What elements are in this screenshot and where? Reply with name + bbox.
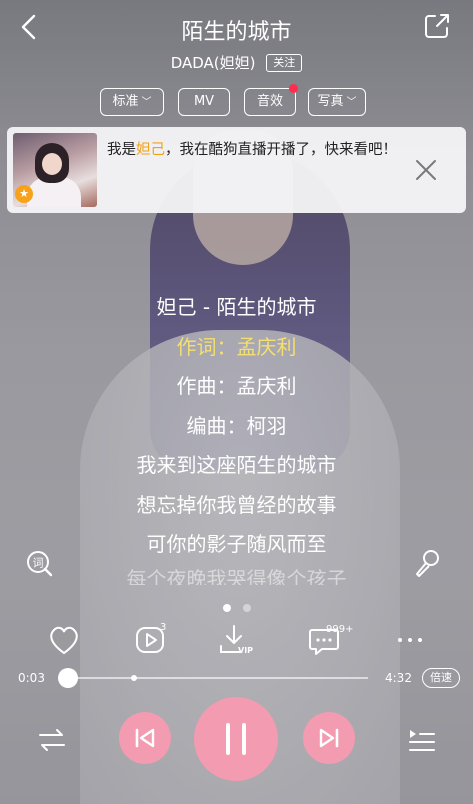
current-time: 0:03: [18, 671, 45, 685]
sound-effect-label: 音效: [256, 94, 283, 109]
comment-count: 999+: [326, 624, 354, 635]
lyric-line: 编曲：柯羽: [186, 413, 287, 438]
lyric-line: 我来到这座陌生的城市: [136, 453, 337, 477]
total-time: 4:32: [385, 671, 412, 685]
pause-icon: [226, 723, 246, 755]
lyric-line: 可你的影子随风而至: [146, 532, 327, 556]
playlist-icon[interactable]: [406, 725, 438, 755]
option-bar: 标准 ﹀ MV 音效 写真 ﹀: [0, 84, 473, 116]
skip-next-icon: [319, 728, 339, 748]
share-icon[interactable]: [423, 12, 451, 40]
photo-select[interactable]: 写真 ﹀: [308, 88, 366, 116]
page-indicator: [0, 597, 473, 616]
banner-message: 我是妲己，我在酷狗直播开播了，快来看吧！: [107, 142, 397, 158]
mv-label: MV: [193, 94, 215, 109]
page-dot: [242, 604, 251, 612]
microphone-icon[interactable]: [412, 548, 442, 578]
lyrics-word-icon[interactable]: 词: [24, 548, 54, 578]
more-icon[interactable]: [392, 622, 428, 658]
streamer-name: 妲己: [136, 142, 165, 158]
notification-dot: [289, 84, 298, 93]
buffer-marker: [131, 675, 137, 681]
skip-previous-icon: [135, 728, 155, 748]
share-count: 3: [160, 622, 167, 633]
previous-button[interactable]: [119, 712, 171, 764]
lyric-line: 作曲：孟庆利: [176, 374, 297, 398]
photo-label: 写真: [317, 94, 344, 109]
live-banner[interactable]: ★ 我是妲己，我在酷狗直播开播了，快来看吧！: [7, 127, 466, 213]
progress-track[interactable]: [68, 677, 368, 679]
artist-row: DADA(妲妲) 关注: [0, 52, 473, 73]
chevron-down-icon: ﹀: [141, 97, 152, 108]
header: 陌生的城市: [0, 0, 473, 56]
chevron-down-icon: ﹀: [346, 97, 357, 108]
vip-badge: VIP: [238, 646, 254, 655]
progress-thumb[interactable]: [58, 668, 78, 688]
lyric-line: 想忘掉你我曾经的故事: [136, 492, 337, 517]
lyric-line: 每个夜晚我哭得像个孩子: [126, 566, 347, 585]
speed-button[interactable]: 倍速: [422, 668, 460, 688]
mv-button[interactable]: MV: [178, 88, 230, 116]
streamer-thumbnail[interactable]: ★: [13, 133, 97, 207]
song-title: 陌生的城市: [181, 20, 292, 45]
star-badge-icon: ★: [15, 185, 33, 203]
lyric-line: 妲己 - 陌生的城市: [156, 295, 317, 319]
quality-label: 标准: [112, 94, 139, 109]
quality-select[interactable]: 标准 ﹀: [100, 88, 164, 116]
next-button[interactable]: [303, 712, 355, 764]
page-dot-active: [222, 604, 231, 612]
play-pause-button[interactable]: [194, 697, 278, 781]
follow-button[interactable]: 关注: [266, 53, 303, 72]
close-icon[interactable]: [414, 158, 438, 182]
sound-effect-button[interactable]: 音效: [244, 84, 298, 116]
lyrics-panel[interactable]: 妲己 - 陌生的城市 作词：孟庆利 作曲：孟庆利 编曲：柯羽 我来到这座陌生的城…: [0, 288, 473, 585]
lyric-line-active: 作词：孟庆利: [176, 334, 297, 359]
artist-name[interactable]: DADA(妲妲): [171, 54, 256, 72]
heart-icon[interactable]: [46, 622, 82, 658]
svg-text:词: 词: [33, 557, 44, 570]
shuffle-icon[interactable]: [36, 725, 68, 755]
